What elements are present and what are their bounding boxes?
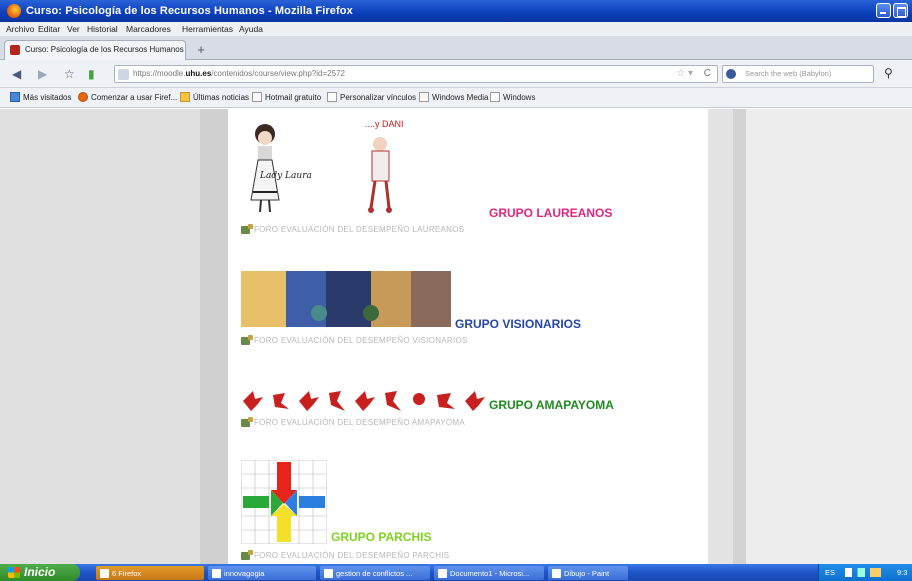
system-tray: ES 9:3: [818, 564, 912, 581]
web-page-viewport[interactable]: Lady Laura ....y DANI GRUPO LAUREANOS FO…: [0, 109, 912, 564]
moodle-favicon-icon: [10, 45, 20, 55]
forum-link-laureanos[interactable]: FORO EVALUACIÓN DEL DESEMPEÑO LAUREANOS: [241, 223, 464, 234]
navigation-bar: ◀ ▶ ☆ ▮ https://moodle.uhu.es/contenidos…: [0, 60, 912, 88]
task-firefox[interactable]: 6 Firefox: [96, 566, 204, 580]
addon-bars-icon[interactable]: ▮: [88, 67, 95, 81]
tab-bar: Curso: Psicología de los Recursos Humano…: [0, 37, 912, 60]
tab-label: Curso: Psicología de los Recursos Humano…: [25, 45, 184, 54]
page-icon: [419, 92, 429, 102]
menu-bar: Archivo Editar Ver Historial Marcadores …: [0, 22, 912, 37]
search-engine-icon[interactable]: [726, 69, 736, 79]
laureanos-image: [250, 124, 392, 213]
bookmark-windows-media[interactable]: Windows Media: [419, 92, 488, 102]
window-title: Curso: Psicología de los Recursos Humano…: [26, 5, 353, 17]
right-margin: [746, 109, 912, 564]
menu-archivo[interactable]: Archivo: [6, 24, 34, 34]
menu-marcadores[interactable]: Marcadores: [126, 24, 171, 34]
right-border: [733, 109, 746, 564]
forward-arrow-icon[interactable]: ▶: [38, 67, 47, 81]
forum-icon: [241, 416, 253, 427]
search-magnifier-icon[interactable]: ⚲: [884, 66, 893, 80]
page-icon: [252, 92, 262, 102]
group-amapayoma-title: GRUPO AMAPAYOMA: [489, 398, 614, 412]
back-arrow-icon[interactable]: ◀: [12, 67, 21, 81]
visionarios-image: [241, 271, 451, 327]
forum-icon: [241, 223, 253, 234]
menu-ayuda[interactable]: Ayuda: [239, 24, 263, 34]
bookmark-ultimas-noticias[interactable]: Últimas noticias: [180, 92, 249, 102]
forum-link-amapayoma[interactable]: FORO EVALUACIÓN DEL DESEMPEÑO AMAPAYOMA: [241, 416, 465, 427]
firefox-icon: [100, 568, 109, 578]
bookmarks-bar: Más visitados Comenzar a usar Firef... Ú…: [0, 88, 912, 108]
bookmark-comenzar[interactable]: Comenzar a usar Firef...: [78, 92, 177, 102]
maximize-button[interactable]: [893, 3, 908, 18]
left-border: [200, 109, 228, 564]
task-documento[interactable]: Documento1 - Microsi...: [434, 566, 544, 580]
left-margin: [0, 109, 200, 564]
paint-icon: [552, 568, 561, 578]
history-icon[interactable]: ☆: [64, 67, 75, 81]
forum-link-visionarios[interactable]: FORO EVALUACIÓN DEL DESEMPEÑO VISIONARIO…: [241, 334, 468, 345]
task-gestion[interactable]: gestion de conflictos ...: [320, 566, 430, 580]
parchis-board-image: [241, 460, 327, 544]
firefox-icon: [78, 92, 88, 102]
task-paint[interactable]: Dibujo - Paint: [548, 566, 628, 580]
folder-icon: [10, 92, 20, 102]
start-button[interactable]: Inicio: [0, 564, 80, 581]
page-icon: [327, 92, 337, 102]
windows-flag-icon: [8, 567, 20, 578]
search-bar[interactable]: Search the web (Babylon): [722, 65, 874, 83]
group-visionarios-title: GRUPO VISIONARIOS: [455, 317, 582, 331]
window-title-bar: Curso: Psicología de los Recursos Humano…: [0, 0, 912, 22]
tray-icons[interactable]: [845, 568, 881, 577]
search-placeholder: Search the web (Babylon): [745, 69, 832, 78]
windows-taskbar: Inicio 6 Firefox innovagogia gestion de …: [0, 564, 912, 581]
amapayoma-image: [243, 391, 485, 411]
bookmark-personalizar[interactable]: Personalizar vínculos: [327, 92, 416, 102]
bookmark-windows[interactable]: Windows: [490, 92, 535, 102]
word-icon: [438, 568, 447, 578]
minimize-button[interactable]: [876, 3, 891, 18]
rss-icon: [180, 92, 190, 102]
url-bar[interactable]: https://moodle.uhu.es/contenidos/course/…: [114, 65, 718, 83]
new-tab-button[interactable]: +: [192, 43, 210, 58]
menu-ver[interactable]: Ver: [67, 24, 80, 34]
group-parchis-title: GRUPO PARCHIS: [331, 530, 432, 544]
reload-icon[interactable]: C: [704, 68, 711, 79]
menu-herramientas[interactable]: Herramientas: [182, 24, 233, 34]
lady-laura-signature: Lady Laura: [260, 171, 312, 181]
bookmark-star-icon[interactable]: ☆ ▾: [676, 68, 693, 79]
url-text[interactable]: https://moodle.uhu.es/contenidos/course/…: [133, 69, 345, 78]
forum-link-parchis[interactable]: FORO EVALUACIÓN DEL DESEMPEÑO PARCHIS: [241, 549, 449, 560]
firefox-logo-icon: [7, 4, 21, 18]
bookmark-hotmail[interactable]: Hotmail gratuito: [252, 92, 321, 102]
site-identity-icon[interactable]: [118, 69, 129, 80]
dani-label: ....y DANI: [365, 119, 404, 129]
menu-historial[interactable]: Historial: [87, 24, 118, 34]
bookmark-mas-visitados[interactable]: Más visitados: [10, 92, 71, 102]
forum-icon: [241, 334, 253, 345]
language-indicator[interactable]: ES: [825, 568, 835, 577]
menu-editar[interactable]: Editar: [38, 24, 60, 34]
page-icon: [490, 92, 500, 102]
task-innovagogia[interactable]: innovagogia: [208, 566, 316, 580]
tab-course[interactable]: Curso: Psicología de los Recursos Humano…: [4, 40, 186, 60]
word-icon: [324, 568, 333, 578]
forum-icon: [241, 549, 253, 560]
clock[interactable]: 9:3: [897, 568, 907, 577]
group-laureanos-title: GRUPO LAUREANOS: [489, 206, 613, 220]
folder-icon: [212, 568, 221, 578]
